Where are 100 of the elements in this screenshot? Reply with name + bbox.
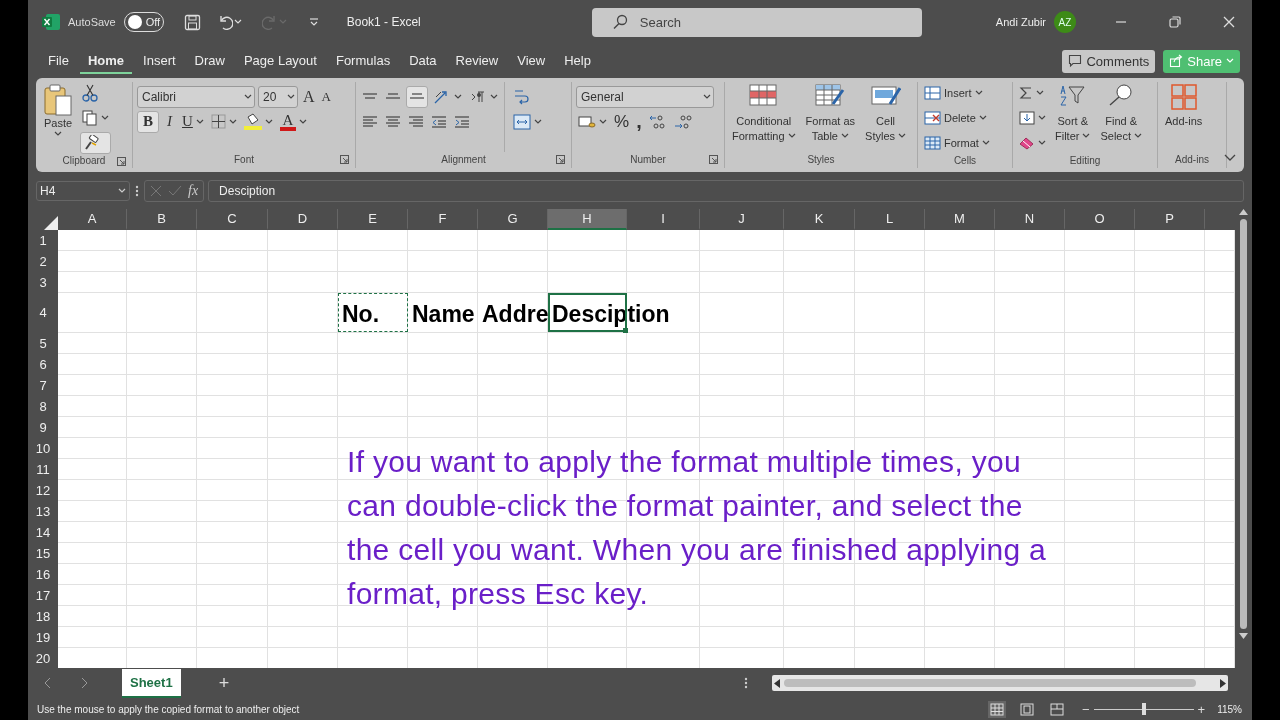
menu-tab[interactable]: Home (79, 48, 133, 74)
row-header[interactable]: 11 (28, 458, 58, 480)
dialog-launcher-icon[interactable] (340, 154, 349, 164)
insert-function-button[interactable]: fx (188, 182, 199, 199)
row-header[interactable]: 8 (28, 395, 58, 417)
row-header[interactable]: 12 (28, 479, 58, 501)
cell-text[interactable]: Addre (478, 292, 553, 332)
dialog-launcher-icon[interactable] (709, 154, 718, 164)
previous-sheet-icon[interactable] (44, 677, 52, 690)
number-format-dropdown[interactable]: General (576, 85, 714, 108)
row-header[interactable]: 3 (28, 271, 58, 293)
underline-button[interactable]: U (180, 110, 206, 133)
cells-button[interactable]: Delete (922, 106, 992, 129)
font-color-button[interactable]: A (277, 110, 309, 133)
row-header[interactable]: 9 (28, 416, 58, 438)
comments-button[interactable]: Comments (1062, 49, 1156, 73)
menu-tab[interactable]: Data (401, 48, 445, 74)
next-sheet-icon[interactable] (80, 677, 88, 690)
page-break-icon[interactable] (1047, 700, 1066, 718)
caption-line: format, press Esc key. (347, 575, 650, 612)
row-header[interactable]: 7 (28, 374, 58, 396)
align-left-icon (362, 114, 378, 129)
menu-tab[interactable]: Insert (135, 48, 184, 74)
add-ins-button[interactable]: Add-ins (1162, 81, 1206, 152)
row-header[interactable]: 15 (28, 542, 58, 564)
dialog-launcher-icon[interactable] (556, 154, 565, 164)
sheet-tab[interactable]: Sheet1 (122, 668, 181, 698)
color-bar-icon (279, 126, 296, 131)
row-header[interactable]: 16 (28, 563, 58, 585)
save-icon[interactable] (183, 13, 201, 31)
user-name: Andi Zubir (995, 16, 1046, 29)
row-header[interactable]: 20 (28, 647, 58, 669)
enter-icon (168, 184, 182, 197)
menu-tab[interactable]: Review (447, 48, 507, 74)
menu-tab[interactable]: Draw (186, 48, 233, 74)
cells-button[interactable]: Format (922, 131, 992, 154)
cut-icon (82, 83, 98, 102)
bold-button[interactable]: B (137, 110, 159, 133)
row-header[interactable]: 14 (28, 521, 58, 543)
paragraph-direction-icon (469, 89, 487, 104)
comma-button[interactable]: , (634, 110, 644, 133)
row-header[interactable]: 6 (28, 353, 58, 375)
horizontal-scrollbar[interactable] (772, 675, 1228, 692)
page-layout-icon[interactable] (1017, 700, 1036, 718)
row-header[interactable]: 4 (28, 292, 58, 333)
group-label: Add-ins (1175, 154, 1209, 166)
user-avatar[interactable]: AZ (1054, 11, 1076, 34)
autosum-icon (1019, 85, 1033, 100)
bottom-align-button[interactable] (406, 85, 428, 108)
new-sheet-button[interactable]: + (212, 671, 236, 695)
menu-tab[interactable]: File (40, 48, 77, 74)
caret-icon (974, 89, 983, 96)
excel-logo-icon (42, 13, 60, 32)
borders-icon (210, 114, 226, 130)
paste-button[interactable]: Paste (40, 81, 76, 154)
formula-field[interactable]: Desciption (208, 179, 1244, 202)
caret-icon (454, 93, 462, 100)
font-size-dropdown[interactable]: 20 (258, 85, 298, 108)
menu-tab[interactable]: Help (556, 48, 599, 74)
zoom-in-button[interactable]: + (1197, 701, 1206, 717)
percent-button[interactable]: % (612, 110, 632, 133)
caret-icon (981, 139, 990, 146)
row-header[interactable]: 1 (28, 229, 58, 251)
share-icon (1169, 54, 1184, 69)
zoom-out-button[interactable]: − (1081, 701, 1090, 717)
group-label: Clipboard (62, 155, 106, 167)
zoom-level[interactable]: 115% (1217, 703, 1242, 715)
group-label: Styles (807, 154, 835, 166)
cells-button[interactable]: Insert (922, 81, 992, 104)
row-header[interactable]: 19 (28, 626, 58, 648)
collapse-ribbon-icon[interactable] (1224, 153, 1236, 162)
cell-text[interactable]: No. (338, 292, 408, 332)
italic-button[interactable]: I (162, 110, 177, 133)
row-header[interactable]: 2 (28, 250, 58, 272)
styles-button[interactable]: Format as Table (802, 81, 859, 152)
menu-tab[interactable]: Page Layout (235, 48, 325, 74)
format-painter-button[interactable] (80, 131, 111, 154)
row-header[interactable]: 13 (28, 500, 58, 522)
search-field[interactable]: Search (591, 7, 922, 37)
column-header[interactable]: H (548, 208, 627, 230)
editing-button[interactable]: Find & Select (1097, 81, 1146, 154)
slider-thumb[interactable] (1141, 703, 1146, 716)
row-header[interactable]: 10 (28, 437, 58, 459)
font-name-dropdown[interactable]: Calibri (137, 85, 255, 108)
normal-view-icon[interactable] (987, 700, 1006, 718)
decrease-font-size-button[interactable]: A (319, 85, 333, 108)
dialog-launcher-icon[interactable] (117, 156, 126, 166)
name-box[interactable]: H4 (36, 180, 130, 201)
styles-button[interactable]: Conditional Formatting (729, 81, 799, 152)
cell-text[interactable]: Name (408, 292, 479, 332)
increase-font-size-button[interactable]: A (301, 85, 317, 108)
menu-tab[interactable]: Formulas (327, 48, 399, 74)
customize-toolbar-icon[interactable] (308, 17, 319, 28)
row-header[interactable]: 5 (28, 332, 58, 354)
editing-button[interactable]: Sort & Filter (1052, 81, 1094, 154)
menu-tab[interactable]: View (509, 48, 554, 74)
caret-icon (841, 133, 849, 140)
row-header[interactable]: 17 (28, 584, 58, 606)
styles-button[interactable]: Cell Styles (862, 81, 910, 152)
row-header[interactable]: 18 (28, 605, 58, 627)
